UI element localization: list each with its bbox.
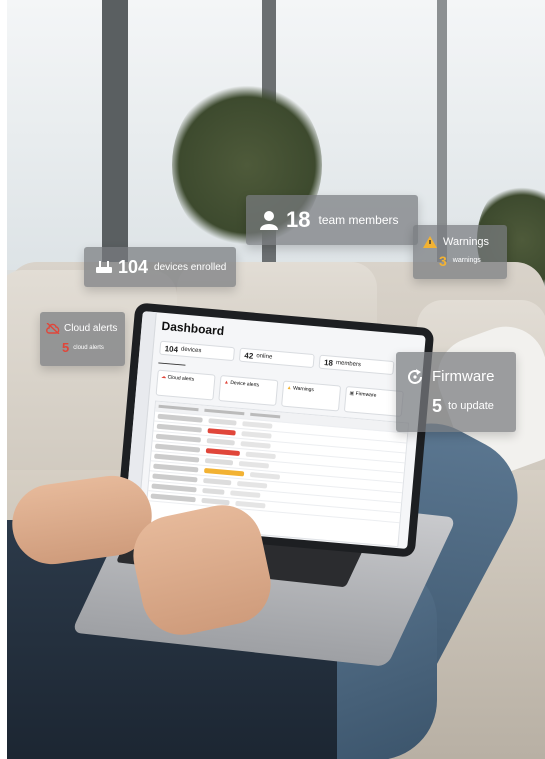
window-frame <box>102 0 128 265</box>
stat-chip: 18 members <box>318 354 395 376</box>
card-label: Firmware <box>355 390 377 399</box>
devices-enrolled-badge: 104 devices enrolled <box>84 247 236 287</box>
router-icon <box>96 261 112 273</box>
status-card[interactable]: ☁ Cloud alerts <box>155 369 216 401</box>
dashboard-title: Dashboard <box>161 318 225 339</box>
chip-count: 104 <box>164 343 179 354</box>
team-count: 18 <box>286 207 311 232</box>
stat-chip: 42 online <box>238 347 315 369</box>
firmware-badge: Firmware 5 to update <box>396 352 516 432</box>
status-card[interactable]: ▲ Device alerts <box>218 375 279 407</box>
devices-label: devices enrolled <box>154 261 227 273</box>
chip-count: 42 <box>244 350 254 361</box>
chip-icon: ▣ <box>349 390 355 397</box>
firmware-label: to update <box>448 400 494 412</box>
status-card[interactable]: ▣ Firmware <box>343 386 404 417</box>
team-members-badge: 18 team members <box>246 195 418 245</box>
section-heading: ━━━━━━━━━ <box>158 360 186 369</box>
chip-label: members <box>335 360 362 369</box>
devices-count: 104 <box>118 256 149 277</box>
cloud-off-icon <box>46 323 60 334</box>
cloud-alerts-badge: Cloud alerts 5 cloud alerts <box>40 312 125 366</box>
warnings-count: 3 <box>439 252 447 269</box>
stat-chip: 104 devices <box>159 340 236 362</box>
warnings-label: warnings <box>452 257 481 264</box>
laptop-screen: Dashboard 104 devices 42 online 18 membe… <box>124 311 426 549</box>
alert-icon: ▲ <box>223 379 230 386</box>
cloud-count: 5 <box>62 340 70 355</box>
chip-count: 18 <box>323 357 334 368</box>
card-label: Device alerts <box>230 379 260 389</box>
warnings-title: Warnings <box>443 235 490 248</box>
status-card[interactable]: ▲ Warnings <box>281 380 342 412</box>
cloud-label: cloud alerts <box>73 344 104 351</box>
team-label: team members <box>318 213 399 227</box>
person-icon <box>260 211 278 230</box>
refresh-icon <box>408 368 422 384</box>
warning-icon: ▲ <box>286 384 292 392</box>
warning-icon <box>423 235 437 248</box>
cloud-title: Cloud alerts <box>64 323 118 334</box>
card-label: Warnings <box>292 385 315 394</box>
firmware-title: Firmware <box>432 368 495 385</box>
chip-label: devices <box>180 346 202 355</box>
firmware-count: 5 <box>432 395 443 416</box>
cloud-off-icon: ☁ <box>160 373 167 381</box>
card-label: Cloud alerts <box>167 374 195 383</box>
chip-label: online <box>256 353 273 361</box>
warnings-badge: Warnings 3 warnings <box>413 225 507 279</box>
